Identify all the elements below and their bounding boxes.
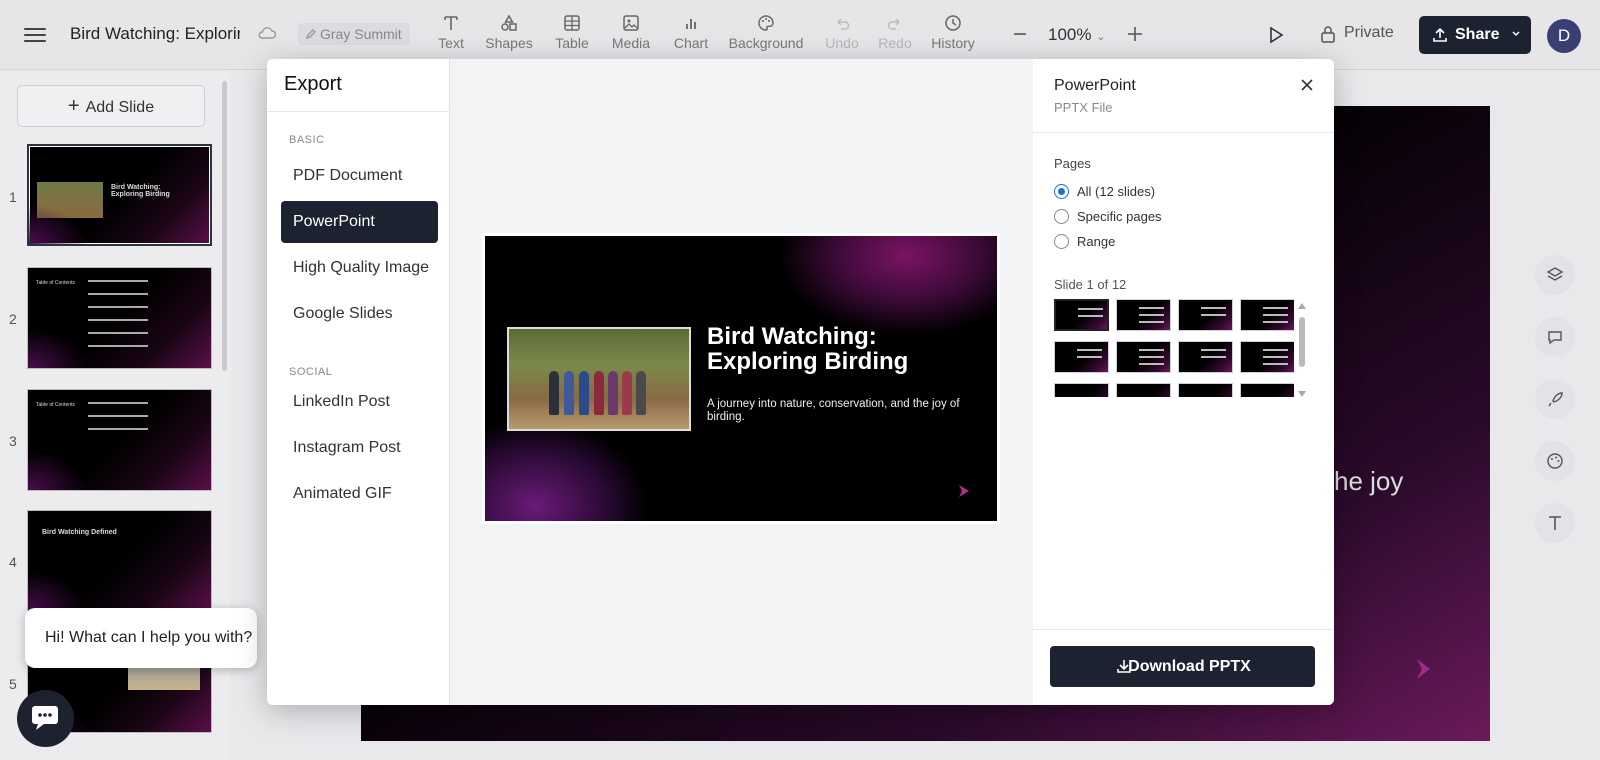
section-label-social: SOCIAL (289, 366, 333, 378)
preview-photo (507, 327, 691, 431)
pages-label: Pages (1054, 156, 1091, 171)
radio-label: All (12 slides) (1077, 184, 1156, 199)
download-icon (1117, 660, 1131, 673)
preview-glow (777, 236, 997, 336)
mini-slide[interactable] (1054, 299, 1109, 331)
slide-counter: Slide 1 of 12 (1054, 277, 1127, 292)
mini-slide[interactable] (1054, 383, 1109, 397)
slide-picker-grid (1054, 299, 1294, 397)
format-animated-gif[interactable]: Animated GIF (281, 473, 438, 515)
format-instagram-post[interactable]: Instagram Post (281, 427, 438, 469)
divider (1033, 132, 1334, 133)
thumbnail-lines (88, 402, 148, 441)
format-high-quality-image[interactable]: High Quality Image (281, 247, 438, 289)
thumbnail-lines (88, 280, 148, 358)
next-arrow-icon (959, 485, 969, 497)
mini-slide[interactable] (1178, 299, 1233, 331)
radio-range[interactable]: Range (1054, 234, 1115, 252)
radio-button[interactable] (1054, 209, 1069, 224)
preview-glow (485, 421, 645, 521)
export-dialog: Export BASIC PDF Document PowerPoint Hig… (267, 59, 1334, 705)
export-format-menu: Export BASIC PDF Document PowerPoint Hig… (267, 59, 450, 705)
mini-slide[interactable] (1054, 341, 1109, 373)
radio-button[interactable] (1054, 184, 1069, 199)
divider (267, 111, 450, 112)
mini-slide[interactable] (1240, 383, 1294, 397)
radio-label: Specific pages (1077, 209, 1162, 224)
scroll-down-icon[interactable] (1298, 391, 1306, 397)
radio-specific-pages[interactable]: Specific pages (1054, 209, 1162, 227)
mini-slide[interactable] (1178, 383, 1233, 397)
format-pdf[interactable]: PDF Document (281, 155, 438, 197)
format-subtitle: PPTX File (1054, 100, 1113, 115)
mini-slide[interactable] (1116, 383, 1171, 397)
mini-slide[interactable] (1240, 299, 1294, 331)
mini-slide[interactable] (1116, 299, 1171, 331)
radio-all-pages[interactable]: All (12 slides) (1054, 184, 1155, 202)
format-powerpoint[interactable]: PowerPoint (281, 201, 438, 243)
slide-picker-scrollbar[interactable] (1298, 303, 1306, 397)
scrollbar-thumb[interactable] (1299, 317, 1305, 367)
export-options-pane: PowerPoint PPTX File Pages All (12 slide… (1033, 59, 1334, 705)
thumbnail-title: Table of Contents (36, 402, 75, 408)
format-linkedin-post[interactable]: LinkedIn Post (281, 381, 438, 423)
thumbnail-title: Bird Watching: Exploring Birding (111, 184, 170, 198)
download-pptx-button[interactable]: Download PPTX (1050, 646, 1315, 687)
export-preview-pane: Bird Watching: Exploring Birding A journ… (450, 59, 1033, 705)
thumbnail-title: Bird Watching Defined (42, 529, 117, 536)
preview-subtitle: A journey into nature, conservation, and… (707, 398, 960, 423)
close-icon[interactable] (1297, 75, 1317, 95)
dialog-title: Export (284, 73, 342, 95)
scroll-up-icon[interactable] (1298, 303, 1306, 309)
radio-button[interactable] (1054, 234, 1069, 249)
format-google-slides[interactable]: Google Slides (281, 293, 438, 335)
divider (1033, 629, 1334, 630)
radio-label: Range (1077, 234, 1116, 249)
section-label-basic: BASIC (289, 134, 325, 146)
mini-slide[interactable] (1116, 341, 1171, 373)
slide-preview: Bird Watching: Exploring Birding A journ… (482, 233, 1000, 524)
thumbnail-title: Table of Contents (36, 280, 75, 286)
mini-slide[interactable] (1178, 341, 1233, 373)
download-label: Download PPTX (1128, 658, 1251, 675)
mini-slide[interactable] (1240, 341, 1294, 373)
preview-title: Bird Watching: Exploring Birding (707, 323, 909, 375)
format-name: PowerPoint (1054, 77, 1136, 94)
